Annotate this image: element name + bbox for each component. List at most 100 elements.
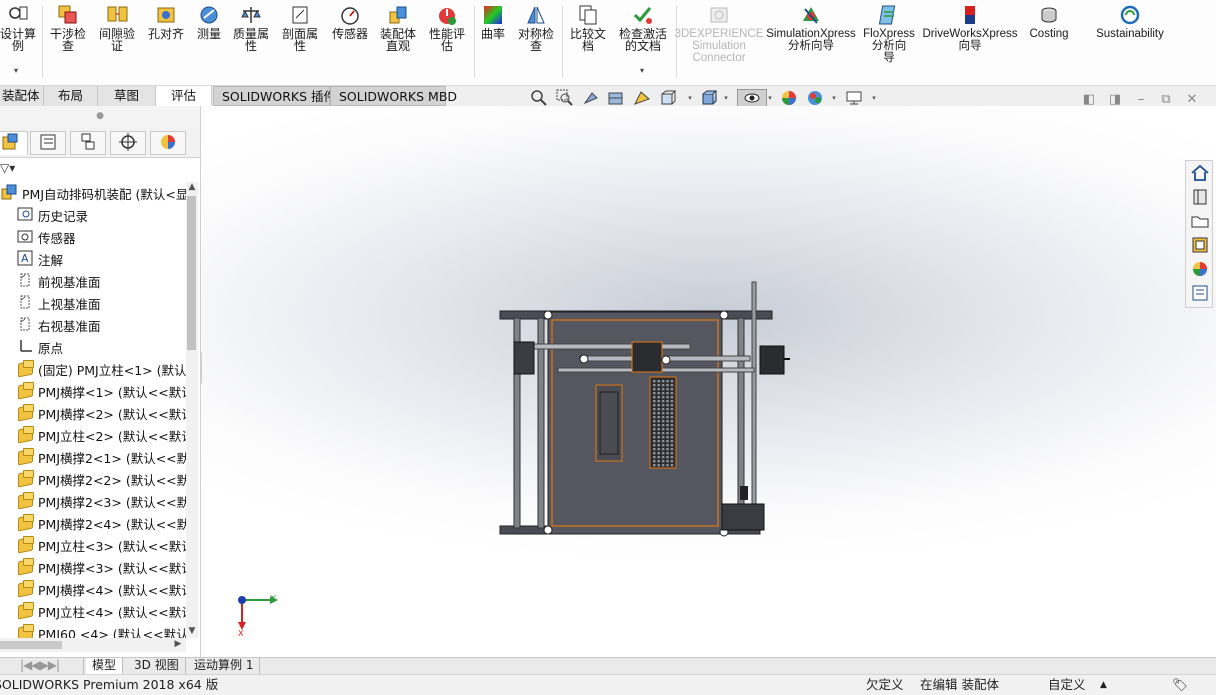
tree-component-row[interactable]: PMJ横撑<4> (默认<<默认	[0, 578, 186, 600]
tree-item-row[interactable]: A 注解	[0, 248, 186, 270]
zoom-to-fit-icon[interactable]	[530, 89, 548, 107]
horizontal-scroll-thumb[interactable]	[0, 641, 62, 649]
view-orientation-icon[interactable]	[659, 89, 677, 107]
pin	[666, 388, 669, 391]
tree-vertical-scrollbar[interactable]: ▲ ▼	[186, 182, 198, 638]
view-orientation-dropdown-icon[interactable]: ▾	[686, 89, 694, 107]
edit-appearance-icon[interactable]	[780, 89, 798, 107]
tab-sketch[interactable]: 草图	[98, 86, 156, 106]
tree-component-row[interactable]: PMJ横撑<3> (默认<<默认	[0, 556, 186, 578]
scroll-right-icon[interactable]: ▶	[172, 639, 184, 649]
previous-view-icon[interactable]	[582, 89, 600, 107]
part-icon	[16, 558, 34, 576]
section-properties-button[interactable]: 剖面属 性	[278, 4, 322, 52]
tree-item-label: PMJ横撑<4> (默认<<默认	[38, 582, 186, 598]
compare-documents-button[interactable]: 比较文 档	[566, 4, 610, 52]
graphics-area[interactable]: Y X	[202, 106, 1216, 657]
apply-scene-icon[interactable]	[806, 89, 824, 107]
filter-icon[interactable]: ▽▾	[0, 161, 15, 175]
design-study-dropdown-icon[interactable]: ▾	[14, 66, 18, 75]
assembly-model-top-view[interactable]	[202, 106, 1216, 657]
design-library-icon[interactable]	[1189, 187, 1211, 209]
tree-component-row[interactable]: PMJ横撑2<4> (默认<<默认	[0, 512, 186, 534]
unit-system[interactable]: 自定义	[1048, 675, 1086, 695]
tab-scroll-arrows[interactable]: |◀◀▶▶|	[14, 658, 84, 674]
feature-manager-pane: ● ▽▾ PMJ自动排码机装配 (默认<显示 历史记录 传感器 A 注解 前视基准面 上视…	[0, 106, 201, 657]
view-palette-icon[interactable]	[1189, 235, 1211, 257]
tab-assembly[interactable]: 装配体	[0, 86, 44, 106]
tree-component-row[interactable]: PMJ横撑2<3> (默认<<默认	[0, 490, 186, 512]
tree-item-row[interactable]: 右视基准面	[0, 314, 186, 336]
tree-horizontal-scrollbar[interactable]: ▶	[0, 638, 186, 652]
tree-component-row[interactable]: PMJ立柱<4> (默认<<默认	[0, 600, 186, 622]
tree-component-row[interactable]: PMJ横撑<1> (默认<<默认	[0, 380, 186, 402]
floxpress-button[interactable]: FloXpress 分析向 导	[862, 4, 916, 64]
propertymanager-tab[interactable]	[30, 131, 66, 155]
tree-item-row[interactable]: 原点	[0, 336, 186, 358]
tree-component-row[interactable]: PMJ横撑2<2> (默认<<默认	[0, 468, 186, 490]
hide-show-items-icon[interactable]	[737, 89, 767, 107]
lead-screw-nut	[740, 486, 748, 500]
tab-evaluate[interactable]: 评估	[156, 86, 212, 106]
curvature-button[interactable]: 曲率	[477, 4, 509, 40]
tab-solidworks-mbd[interactable]: SOLIDWORKS MBD	[330, 86, 457, 106]
home-icon[interactable]	[1189, 163, 1211, 185]
measure-button[interactable]: 测量	[192, 4, 226, 40]
appearances-scenes-icon[interactable]	[1189, 259, 1211, 281]
tree-component-row[interactable]: PMJ60 <4> (默认<<默认>	[0, 622, 186, 638]
view-settings-dropdown-icon[interactable]: ▾	[870, 89, 878, 107]
display-style-icon[interactable]	[700, 89, 718, 107]
tab-layout[interactable]: 布局	[44, 86, 98, 106]
file-explorer-icon[interactable]	[1189, 211, 1211, 233]
tree-component-row[interactable]: PMJ立柱<2> (默认<<默认	[0, 424, 186, 446]
tree-component-row[interactable]: PMJ横撑2<1> (默认<<默认	[0, 446, 186, 468]
section-view-icon[interactable]	[607, 89, 625, 107]
display-style-dropdown-icon[interactable]: ▾	[722, 89, 730, 107]
featuremanager-tab[interactable]	[0, 131, 28, 155]
clearance-verification-button[interactable]: 间隙验 证	[96, 4, 138, 52]
tree-item-label: PMJ横撑<3> (默认<<默认	[38, 560, 186, 576]
tree-root-assembly[interactable]: PMJ自动排码机装配 (默认<显示	[0, 182, 186, 204]
sensor-button[interactable]: 传感器	[328, 4, 372, 40]
tree-component-row[interactable]: PMJ立柱<3> (默认<<默认	[0, 534, 186, 556]
tree-item-row[interactable]: 传感器	[0, 226, 186, 248]
tab-motion-study[interactable]: 运动算例 1	[188, 658, 261, 674]
scroll-thumb[interactable]	[187, 196, 196, 350]
zoom-to-area-icon[interactable]	[556, 89, 574, 107]
tag-icon[interactable]: 🏷	[1172, 675, 1188, 695]
tab-solidworks-addins[interactable]: SOLIDWORKS 插件	[213, 86, 336, 106]
apply-scene-dropdown-icon[interactable]: ▾	[830, 89, 838, 107]
mass-properties-button[interactable]: 质量属 性	[230, 4, 272, 52]
hide-show-dropdown-icon[interactable]: ▾	[766, 89, 774, 107]
custom-properties-icon[interactable]	[1189, 283, 1211, 305]
hole-alignment-button[interactable]: 孔对齐	[144, 4, 188, 40]
tree-item-row[interactable]: 历史记录	[0, 204, 186, 226]
tree-item-row[interactable]: 前视基准面	[0, 270, 186, 292]
view-settings-icon[interactable]	[845, 89, 863, 107]
interference-check-button[interactable]: 干涉检 查	[48, 4, 88, 52]
performance-evaluation-button[interactable]: 性能评 估	[424, 4, 470, 52]
configurationmanager-tab[interactable]	[70, 131, 106, 155]
design-study-button[interactable]: 设计算 例	[0, 4, 38, 52]
driveworksxpress-button[interactable]: DriveWorksXpress 向导	[922, 4, 1018, 52]
sustainability-button[interactable]: Sustainability	[1090, 4, 1170, 40]
symmetry-check-button[interactable]: 对称检 查	[514, 4, 558, 52]
tree-component-row[interactable]: PMJ横撑<2> (默认<<默认	[0, 402, 186, 424]
dynamic-annotation-view-icon[interactable]	[633, 89, 651, 107]
pane-grip[interactable]: ●	[0, 106, 200, 128]
tree-item-row[interactable]: 上视基准面	[0, 292, 186, 314]
tab-3d-view[interactable]: 3D 视图	[128, 658, 186, 674]
dimxpertmanager-tab[interactable]	[110, 131, 146, 155]
simulationxpress-button[interactable]: SimulationXpress 分析向导	[764, 4, 858, 52]
costing-button[interactable]: Costing	[1024, 4, 1074, 40]
assembly-visualization-button[interactable]: 装配体 直观	[376, 4, 420, 52]
scroll-up-icon[interactable]: ▲	[186, 182, 198, 192]
unit-system-dropdown-icon[interactable]: ▲	[1100, 675, 1107, 695]
check-active-document-button[interactable]: 检查激活 的文档	[614, 4, 672, 52]
check-active-document-dropdown-icon[interactable]: ▾	[640, 66, 644, 75]
tree-component-row[interactable]: (固定) PMJ立柱<1> (默认<	[0, 358, 186, 380]
pin	[666, 396, 669, 399]
displaymanager-tab[interactable]	[150, 131, 186, 155]
tab-model[interactable]: 模型	[86, 658, 124, 674]
scroll-down-icon[interactable]: ▼	[186, 626, 198, 636]
